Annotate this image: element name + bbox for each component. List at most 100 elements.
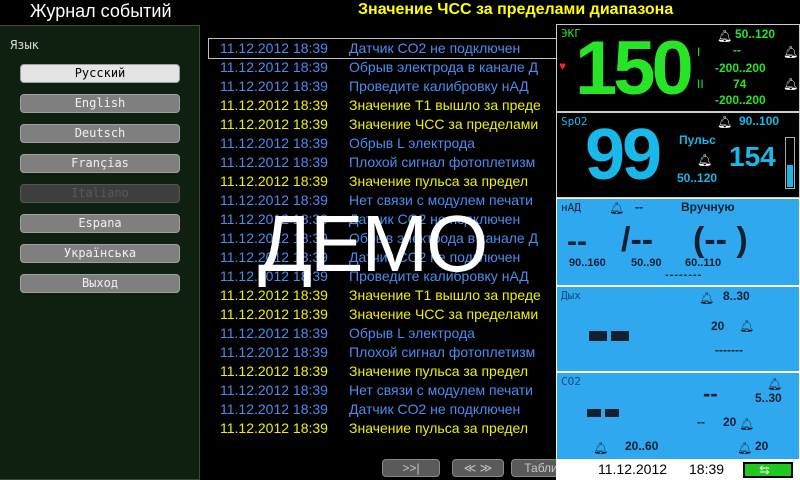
st1-range: -200..200 bbox=[715, 61, 766, 75]
log-message: Значение ЧСС за пределами bbox=[349, 116, 539, 132]
nibp-sys-range: 90..160 bbox=[569, 257, 606, 269]
language-heading: Язык bbox=[10, 38, 39, 52]
language-option[interactable]: Выход bbox=[20, 274, 180, 293]
alarm-bell-icon: 🔔︎ bbox=[783, 45, 799, 59]
nibp-dia-range: 50..90 bbox=[631, 257, 662, 269]
spo2-value: 99 bbox=[585, 115, 662, 195]
log-datetime: 11.12.2012 18:39 bbox=[220, 78, 328, 94]
spo2-panel[interactable]: SpO2 99 🔔︎ 90..100 Пульс 🔔︎ 154 50..120 bbox=[556, 112, 800, 198]
fico2-range: 20 bbox=[723, 415, 737, 429]
co2-value: -- bbox=[703, 381, 718, 406]
nibp-mean: (-- ) bbox=[693, 221, 748, 259]
alarm-bell-icon: 🔔︎ bbox=[717, 115, 733, 129]
log-message: Нет связи с модулем печати bbox=[349, 382, 533, 398]
nibp-map-range: 60..110 bbox=[685, 257, 722, 269]
alarm-message: Значение ЧСС за пределами диапазона bbox=[358, 1, 674, 18]
alarm-bell-icon: 🔔︎ bbox=[697, 153, 713, 167]
co2-dash bbox=[605, 409, 619, 417]
alarm-bell-icon: 🔔︎ bbox=[783, 77, 799, 91]
alarm-bell-icon: 🔔︎ bbox=[609, 201, 625, 215]
log-message: Обрыв электрода в канале Д bbox=[349, 59, 539, 75]
lead-ii-label: II bbox=[697, 77, 704, 91]
nibp-time: -------- bbox=[665, 269, 703, 281]
st1-value: -- bbox=[733, 43, 741, 57]
language-option[interactable]: Українська bbox=[20, 244, 180, 263]
language-option[interactable]: Françias bbox=[20, 154, 180, 173]
alarm-bell-icon: 🔔︎ bbox=[739, 319, 755, 333]
heart-rate-value: 150 bbox=[575, 26, 694, 111]
alarm-bell-icon: 🔔︎ bbox=[737, 441, 753, 455]
alarm-bell-icon: 🔔︎ bbox=[767, 377, 783, 391]
log-message: Обрыв L электрода bbox=[349, 135, 475, 151]
spo2-label: SpO2 bbox=[561, 115, 588, 128]
resp-range: 8..30 bbox=[723, 289, 750, 303]
log-message: Датчик CO2 не подключен bbox=[349, 401, 521, 417]
log-message: Значение пульса за предел bbox=[349, 420, 528, 436]
language-panel: Язык Русский English Deutsch Françias Italia… bbox=[0, 25, 200, 480]
log-message: Значение пульса за предел bbox=[349, 363, 528, 379]
nibp-mode: Вручную bbox=[681, 200, 735, 214]
language-option: Italiano bbox=[20, 184, 180, 203]
pleth-bar-frame bbox=[785, 137, 795, 189]
alarm-bell-icon: 🔔︎ bbox=[699, 291, 715, 305]
nibp-mode-value: -- bbox=[635, 200, 643, 214]
log-datetime: 11.12.2012 18:39 bbox=[220, 135, 328, 151]
pulse-label: Пульс bbox=[679, 133, 716, 147]
st2-value: 74 bbox=[733, 77, 747, 91]
log-message: Обрыв L электрода bbox=[349, 325, 475, 341]
log-message: Датчик CO2 не подключен bbox=[349, 40, 521, 56]
heart-icon: ♥ bbox=[559, 59, 567, 73]
log-datetime: 11.12.2012 18:39 bbox=[220, 420, 328, 436]
battery-icon: ⇆ bbox=[743, 462, 793, 478]
spo2-range: 90..100 bbox=[739, 114, 780, 128]
plug-icon: ⇆ bbox=[759, 462, 770, 477]
log-datetime: 11.12.2012 18:39 bbox=[220, 97, 328, 113]
log-datetime: 11.12.2012 18:39 bbox=[220, 401, 328, 417]
rate-value: 20 bbox=[755, 439, 769, 453]
demo-watermark: ДЕМО bbox=[258, 199, 488, 288]
language-option[interactable]: Русский bbox=[20, 64, 180, 83]
status-bar: 11.12.2012 18:39 ⇆ bbox=[556, 460, 800, 480]
log-row[interactable]: 11.12.2012 18:39 Датчик CO2 не подключен bbox=[208, 38, 557, 59]
log-datetime: 11.12.2012 18:39 bbox=[220, 344, 328, 360]
log-message: Значение ЧСС за пределами bbox=[349, 306, 539, 322]
log-message: Плохой сигнал фотоплетизм bbox=[349, 154, 536, 170]
hr-range: 50..120 bbox=[735, 27, 776, 41]
language-option[interactable]: Deutsch bbox=[20, 124, 180, 143]
resp-value-2: 20 bbox=[711, 319, 725, 333]
top-bar: Журнал событий Значение ЧСС за пределами… bbox=[0, 0, 800, 24]
ecg-panel[interactable]: ЭКГ ♥ 150 🔔︎ 50..120 I II -- 🔔︎ -200..20… bbox=[556, 24, 800, 112]
log-datetime: 11.12.2012 18:39 bbox=[220, 382, 328, 398]
log-datetime: 11.12.2012 18:39 bbox=[220, 325, 328, 341]
resp-value-dash bbox=[611, 331, 629, 341]
pleth-bar-fill bbox=[787, 165, 793, 187]
log-datetime: 11.12.2012 18:39 bbox=[220, 363, 328, 379]
log-datetime: 11.12.2012 18:39 bbox=[220, 40, 328, 56]
log-datetime: 11.12.2012 18:39 bbox=[220, 306, 328, 322]
language-option[interactable]: English bbox=[20, 94, 180, 113]
nibp-panel[interactable]: нАД 🔔︎ -- Вручную -- /-- (-- ) 90..160 5… bbox=[556, 198, 800, 286]
scroll-button[interactable]: ≪ ≫ bbox=[452, 459, 504, 477]
next-page-button[interactable]: >>| bbox=[382, 459, 440, 477]
alarm-bell-icon: 🔔︎ bbox=[717, 29, 733, 43]
resp-value-dash bbox=[589, 331, 607, 341]
resp-label: Дых bbox=[561, 289, 581, 302]
log-datetime: 11.12.2012 18:39 bbox=[220, 59, 328, 75]
log-message: Значение пульса за предел bbox=[349, 173, 528, 189]
page-title: Журнал событий bbox=[30, 1, 172, 21]
fico2-value: -- bbox=[697, 415, 705, 429]
log-message: Плохой сигнал фотоплетизм bbox=[349, 344, 536, 360]
resp-time: ------- bbox=[715, 343, 743, 357]
resp-panel[interactable]: Дых 🔔︎ 8..30 20 🔔︎ ------- bbox=[556, 286, 800, 372]
log-message: Проведите калибровку нАД bbox=[349, 78, 529, 94]
nibp-label: нАД bbox=[561, 201, 581, 214]
nibp-diastolic: /-- bbox=[621, 221, 654, 259]
log-message: Значение T1 вышло за преде bbox=[349, 97, 541, 113]
pulse-value: 154 bbox=[729, 141, 776, 172]
language-option[interactable]: Espana bbox=[20, 214, 180, 233]
co2-range: 5..30 bbox=[755, 391, 782, 405]
status-date: 11.12.2012 bbox=[598, 461, 668, 477]
st2-range: -200..200 bbox=[715, 93, 766, 107]
co2-panel[interactable]: CO2 🔔︎ -- 5..30 🔔︎ -- 20 🔔︎ 20..60 🔔︎ 20 bbox=[556, 372, 800, 460]
nibp-systolic: -- bbox=[567, 225, 587, 258]
